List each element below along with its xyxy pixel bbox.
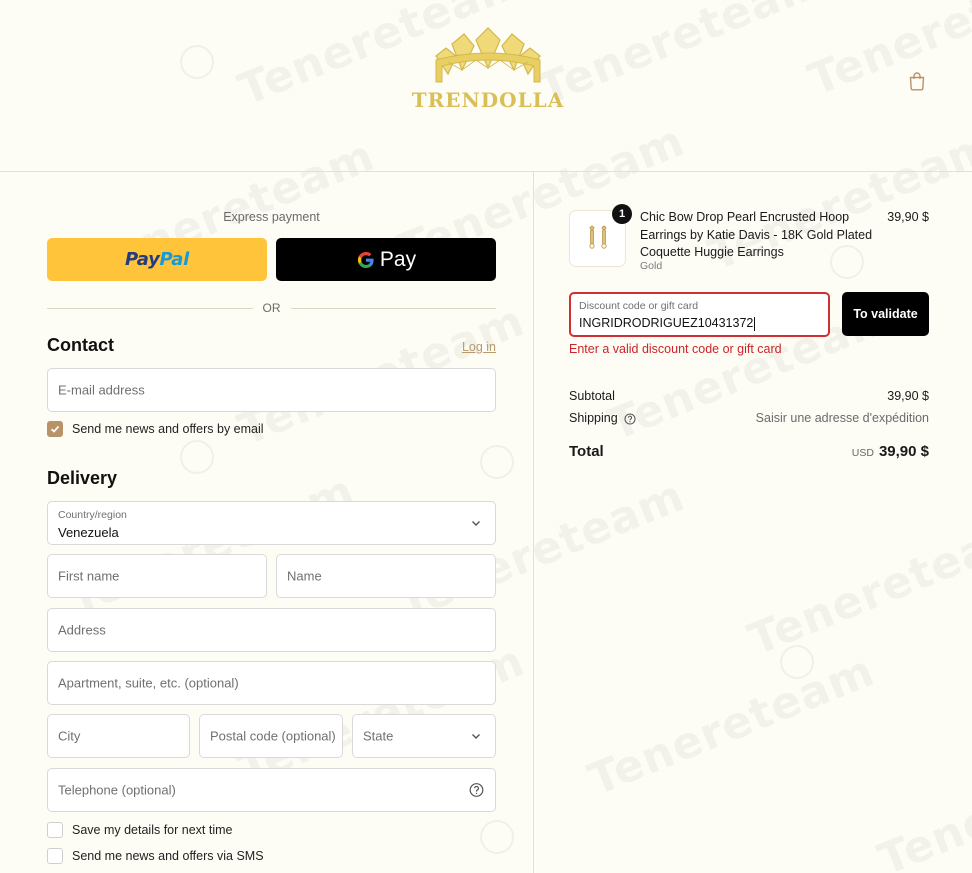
phone-field[interactable]: Telephone (optional) bbox=[47, 768, 496, 812]
last-name-placeholder: Name bbox=[287, 568, 322, 584]
shipping-row: Shipping Saisir une adresse d'expédition bbox=[569, 411, 929, 425]
watermark-seal bbox=[180, 440, 214, 474]
apartment-placeholder: Apartment, suite, etc. (optional) bbox=[58, 675, 239, 691]
discount-code-field[interactable]: Discount code or gift card INGRIDRODRIGU… bbox=[569, 292, 830, 337]
google-pay-button[interactable]: Pay bbox=[276, 238, 496, 281]
subtotal-label: Subtotal bbox=[569, 389, 615, 403]
total-label: Total bbox=[569, 443, 604, 460]
paypal-logo: PayPal bbox=[125, 249, 189, 270]
country-label: Country/region bbox=[58, 509, 127, 521]
sms-offers-checkbox[interactable] bbox=[47, 848, 63, 864]
shipping-label: Shipping bbox=[569, 411, 618, 425]
watermark-text: Tenereteam bbox=[391, 470, 691, 631]
express-payment-label: Express payment bbox=[223, 210, 320, 224]
first-name-field[interactable]: First name bbox=[47, 554, 267, 598]
or-text: OR bbox=[262, 301, 281, 315]
email-newsletter-label: Send me news and offers by email bbox=[72, 422, 264, 436]
watermark-text: Tenereteam bbox=[871, 725, 972, 873]
delivery-title: Delivery bbox=[47, 468, 118, 488]
city-placeholder: City bbox=[58, 728, 81, 744]
watermark-seal bbox=[780, 645, 814, 679]
brand-logo[interactable]: TRENDOLLA bbox=[410, 26, 566, 112]
watermark-seal bbox=[480, 820, 514, 854]
email-placeholder: E-mail address bbox=[58, 382, 145, 398]
watermark-text: Tenereteam bbox=[741, 505, 972, 666]
save-details-label: Save my details for next time bbox=[72, 823, 233, 837]
validate-button[interactable]: To validate bbox=[842, 292, 929, 336]
last-name-field[interactable]: Name bbox=[276, 554, 496, 598]
address-field[interactable]: Address bbox=[47, 608, 496, 652]
subtotal-value: 39,90 $ bbox=[887, 389, 929, 403]
postal-code-field[interactable]: Postal code (optional) bbox=[199, 714, 343, 758]
separator-line bbox=[47, 307, 253, 309]
phone-placeholder: Telephone (optional) bbox=[58, 782, 176, 798]
address-placeholder: Address bbox=[58, 622, 106, 638]
watermark-text: Tenereteam bbox=[581, 645, 881, 806]
separator-line bbox=[290, 307, 496, 309]
shopping-bag-icon[interactable] bbox=[906, 70, 928, 92]
watermark-seal bbox=[480, 445, 514, 479]
sms-offers-label: Send me news and offers via SMS bbox=[72, 849, 264, 863]
discount-error-message: Enter a valid discount code or gift card bbox=[569, 342, 782, 356]
help-circle-icon[interactable] bbox=[624, 413, 636, 425]
google-pay-label: Pay bbox=[379, 247, 417, 271]
column-divider bbox=[533, 172, 534, 873]
save-details-row[interactable]: Save my details for next time bbox=[47, 822, 232, 838]
discount-label: Discount code or gift card bbox=[579, 300, 699, 312]
total-currency: USD bbox=[851, 447, 874, 459]
product-variant: Gold bbox=[640, 260, 663, 272]
total-row: Total USD 39,90 $ bbox=[569, 443, 929, 460]
product-title: Chic Bow Drop Pearl Encrusted Hoop Earri… bbox=[640, 210, 873, 259]
discount-value: INGRIDRODRIGUEZ10431372 bbox=[579, 316, 756, 331]
or-separator: OR bbox=[47, 300, 496, 316]
crown-icon bbox=[435, 27, 541, 83]
state-select[interactable]: State bbox=[352, 714, 496, 758]
checkmark-icon bbox=[50, 425, 60, 433]
quantity-badge: 1 bbox=[612, 204, 632, 224]
postal-code-placeholder: Postal code (optional) bbox=[210, 728, 336, 744]
email-field[interactable]: E-mail address bbox=[47, 368, 496, 412]
text-cursor bbox=[754, 316, 756, 331]
country-select[interactable]: Country/region Venezuela bbox=[47, 501, 496, 545]
help-circle-icon[interactable] bbox=[469, 783, 484, 798]
save-details-checkbox[interactable] bbox=[47, 822, 63, 838]
first-name-placeholder: First name bbox=[58, 568, 120, 584]
country-value: Venezuela bbox=[58, 525, 119, 540]
sms-offers-row[interactable]: Send me news and offers via SMS bbox=[47, 848, 264, 864]
state-placeholder: State bbox=[363, 728, 394, 744]
watermark-text: Tenereteam bbox=[61, 465, 361, 626]
total-amount: USD 39,90 $ bbox=[852, 443, 929, 460]
paypal-button[interactable]: PayPal bbox=[47, 238, 267, 281]
email-newsletter-checkbox[interactable] bbox=[47, 421, 63, 437]
login-link[interactable]: Log in bbox=[462, 340, 496, 354]
product-price: 39,90 $ bbox=[887, 210, 929, 224]
apartment-field[interactable]: Apartment, suite, etc. (optional) bbox=[47, 661, 496, 705]
brand-name: TRENDOLLA bbox=[411, 88, 565, 112]
chevron-down-icon bbox=[472, 521, 480, 526]
city-field[interactable]: City bbox=[47, 714, 190, 758]
subtotal-row: Subtotal 39,90 $ bbox=[569, 389, 929, 403]
chevron-down-icon bbox=[472, 734, 480, 739]
email-newsletter-row[interactable]: Send me news and offers by email bbox=[47, 421, 264, 437]
site-header: TRENDOLLA bbox=[0, 0, 972, 172]
total-value: 39,90 $ bbox=[878, 443, 929, 460]
google-g-icon bbox=[357, 251, 374, 268]
shipping-value: Saisir une adresse d'expédition bbox=[755, 411, 929, 425]
contact-title: Contact bbox=[47, 335, 114, 355]
